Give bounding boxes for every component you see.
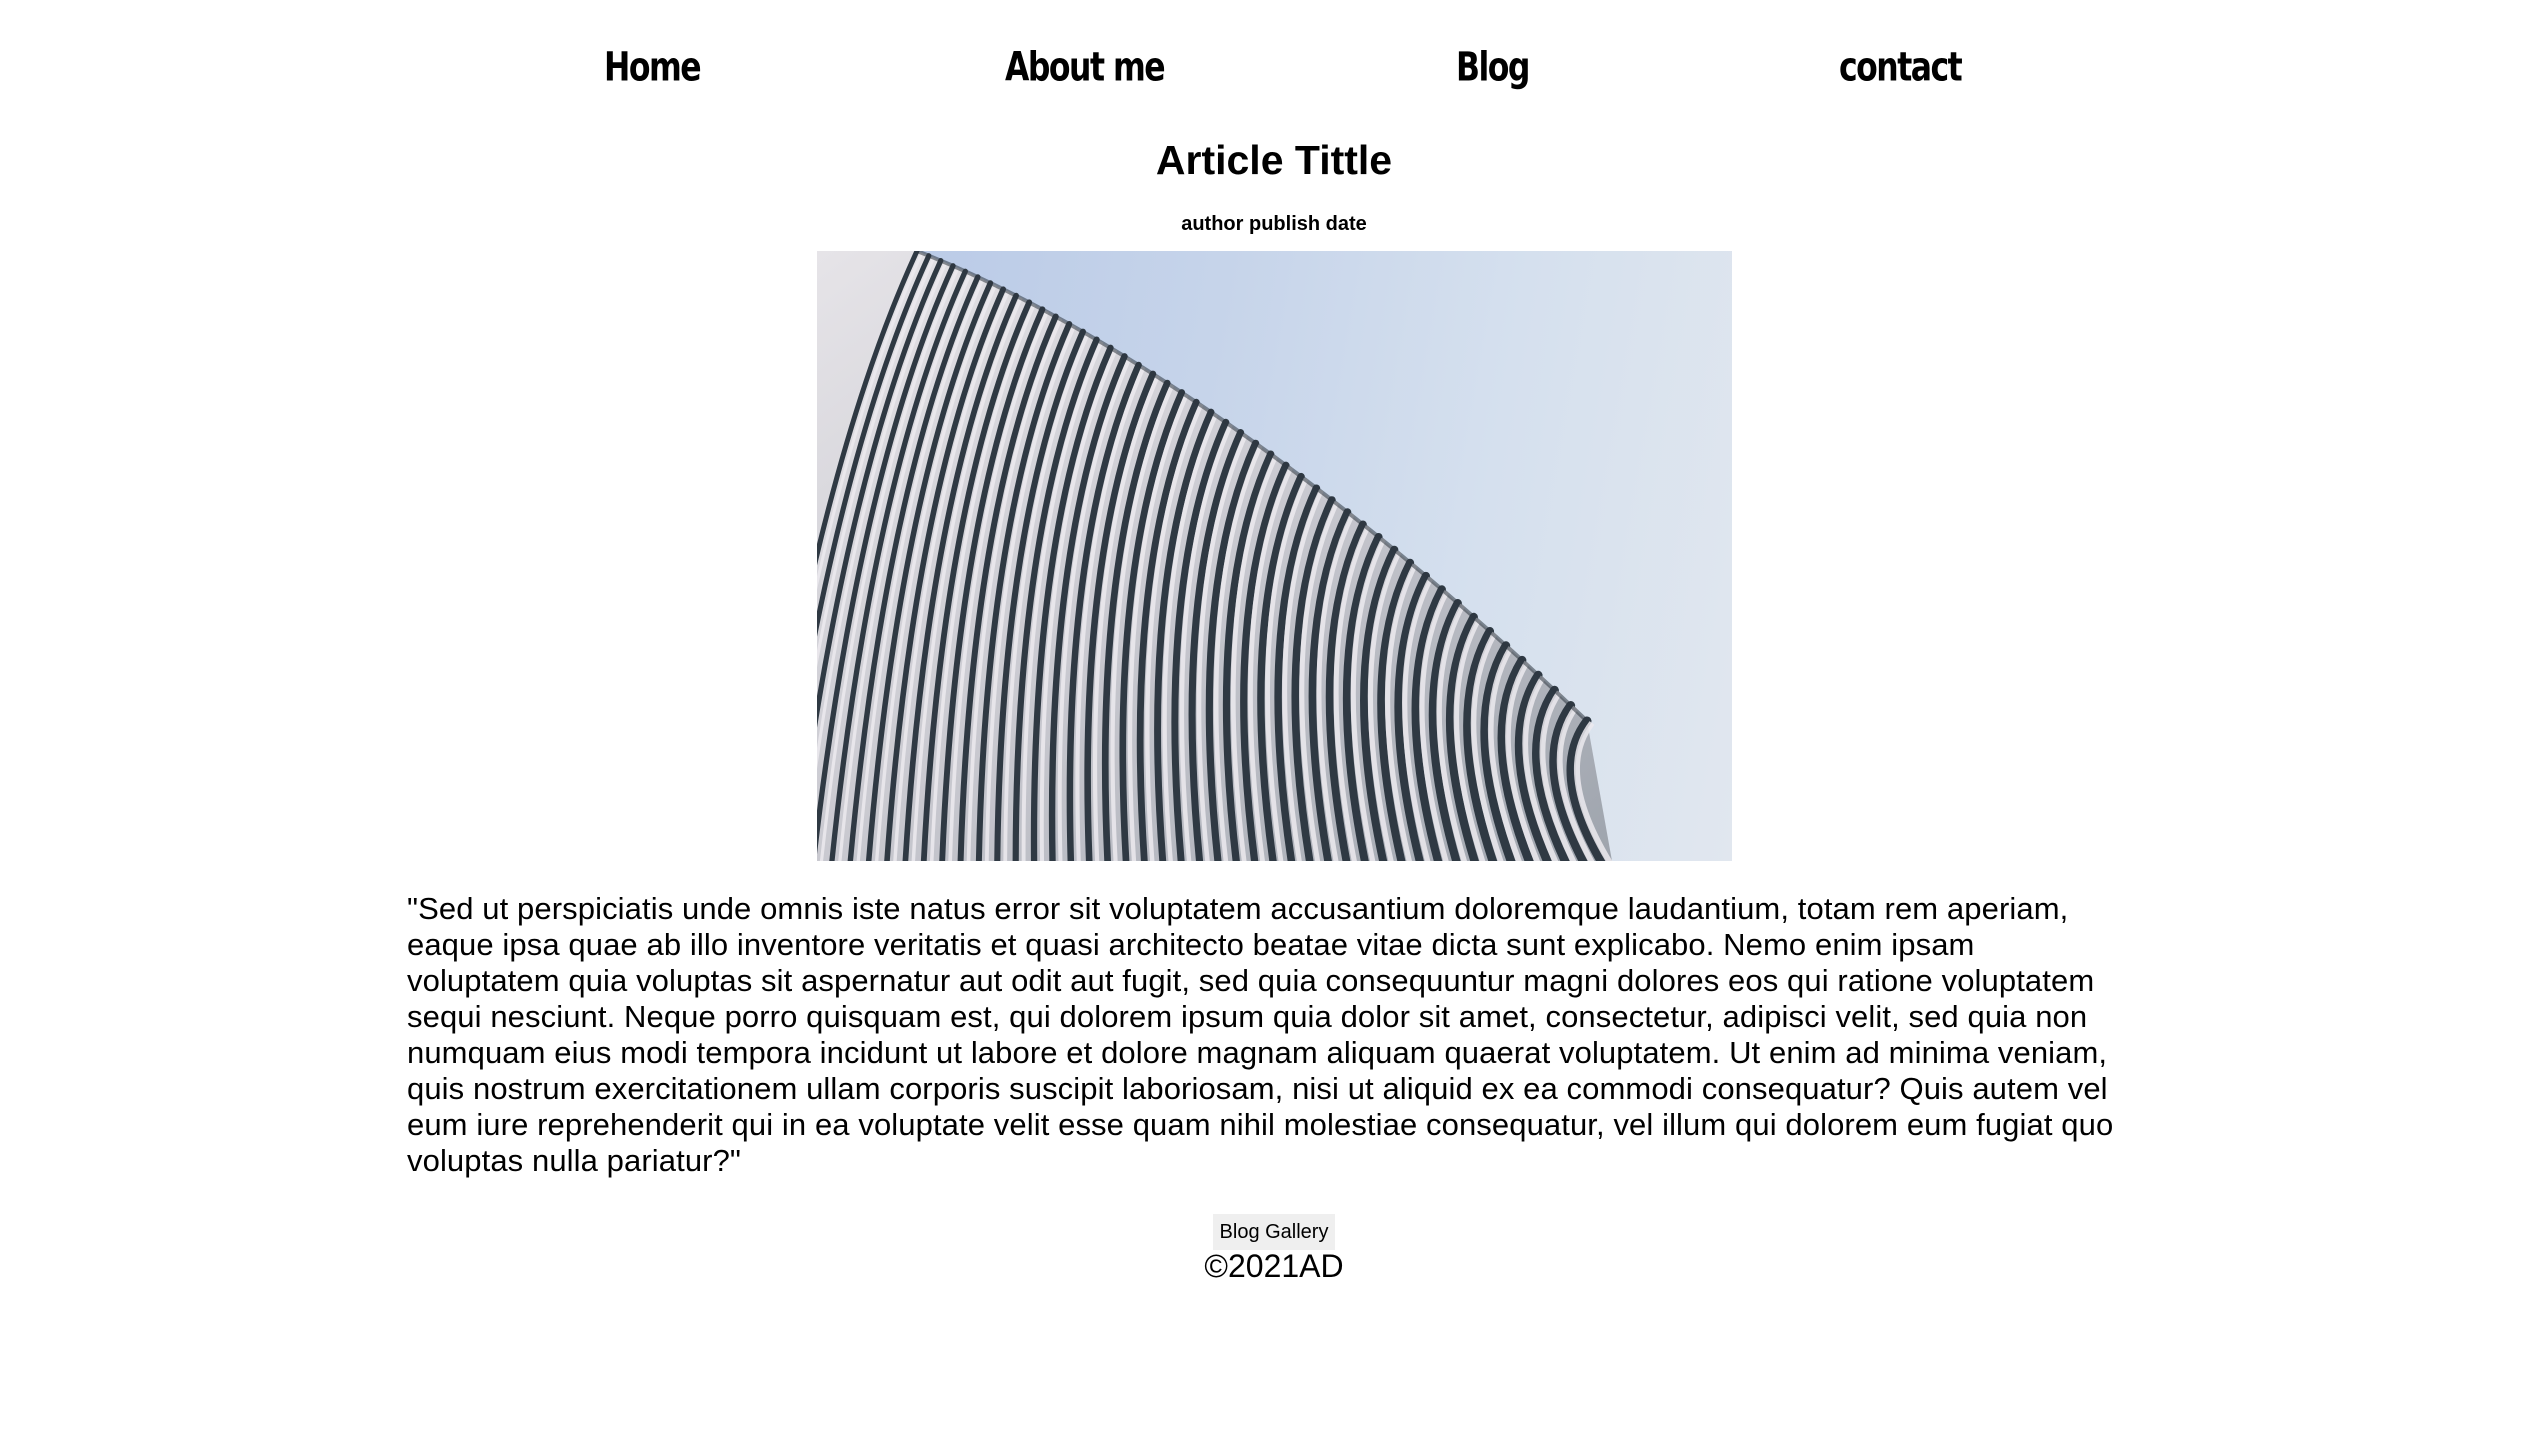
article-byline: author publish date: [1181, 213, 1367, 235]
building-facade-image: [817, 251, 1613, 861]
blog-gallery-button[interactable]: Blog Gallery: [1213, 1214, 1335, 1250]
article-image: [817, 251, 1732, 861]
nav-link-home[interactable]: Home: [604, 40, 702, 95]
article-title: Article Tittle: [1155, 137, 1393, 183]
page: Home About me Blog contact Article Tittl…: [0, 0, 2548, 1440]
nav-link-blog[interactable]: Blog: [1456, 40, 1530, 95]
article-body: "Sed ut perspiciatis unde omnis iste nat…: [407, 891, 2114, 1178]
nav-link-contact[interactable]: contact: [1839, 40, 1963, 95]
copyright-footer: ©2021AD: [1204, 1248, 1344, 1284]
nav-link-about-me[interactable]: About me: [1005, 40, 1166, 95]
